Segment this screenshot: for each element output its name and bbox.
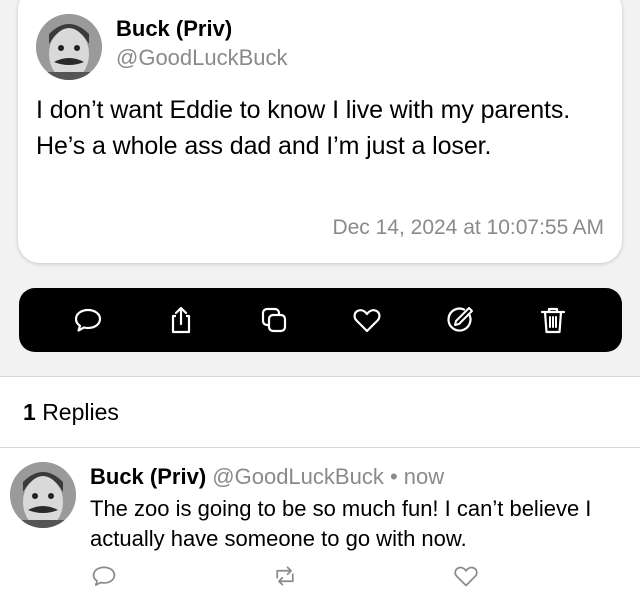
reply-like-button[interactable] [453, 563, 481, 591]
copy-button[interactable] [254, 300, 294, 340]
avatar[interactable] [36, 14, 102, 80]
delete-button[interactable] [533, 300, 573, 340]
page: Buck (Priv) @GoodLuckBuck I don’t want E… [0, 0, 640, 598]
post-timestamp: Dec 14, 2024 at 10:07:55 AM [332, 216, 604, 239]
like-button[interactable] [347, 300, 387, 340]
trash-icon [541, 307, 566, 334]
reply-avatar[interactable] [10, 462, 76, 528]
reply-button[interactable] [68, 300, 108, 340]
share-icon [171, 306, 190, 334]
reply-text: The zoo is going to be so much fun! I ca… [90, 496, 592, 551]
reply-actions [0, 563, 640, 591]
action-bar [19, 288, 622, 352]
avatar-image [36, 14, 102, 80]
reply-author-handle[interactable]: @GoodLuckBuck [212, 464, 384, 489]
edit-icon [447, 307, 474, 332]
share-button[interactable] [161, 300, 201, 340]
reply-reply-button[interactable] [91, 563, 119, 591]
repost-icon [276, 566, 294, 586]
replies-label: Replies [42, 399, 119, 425]
author-name[interactable]: Buck (Priv) [116, 16, 232, 42]
reply-header: Buck (Priv) @GoodLuckBuck • now [90, 463, 444, 491]
post-text: I don’t want Eddie to know I live with m… [36, 96, 571, 160]
reply-time: now [403, 464, 445, 489]
replies-section: 1 Replies Buck (Priv) @GoodLuckBuck • no… [0, 376, 640, 598]
heart-icon [454, 566, 478, 587]
reply-repost-button[interactable] [272, 563, 300, 591]
divider [0, 447, 640, 448]
reply-icon [74, 308, 101, 332]
reply-icon [92, 566, 116, 586]
author-handle[interactable]: @GoodLuckBuck [116, 45, 288, 71]
replies-header: 1 Replies [23, 398, 119, 426]
avatar-image [10, 462, 76, 528]
reply-author-name[interactable]: Buck (Priv) [90, 464, 206, 489]
copy-icon [261, 307, 286, 333]
reply-separator: • [389, 464, 398, 489]
edit-button[interactable] [440, 300, 480, 340]
heart-icon [353, 309, 381, 333]
post-card: Buck (Priv) @GoodLuckBuck I don’t want E… [18, 0, 622, 263]
replies-count: 1 [23, 399, 36, 425]
